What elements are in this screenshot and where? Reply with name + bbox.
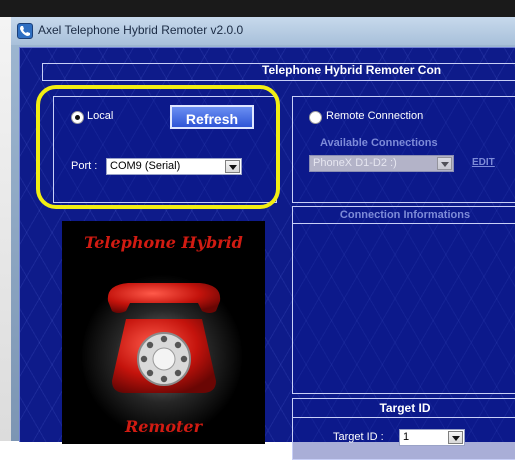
edit-link[interactable]: EDIT [472,157,495,168]
desktop-background [0,0,515,17]
window-title: Axel Telephone Hybrid Remoter v2.0.0 [38,23,244,37]
telephone-hybrid-logo: Telephone Hybrid Remoter [62,221,265,444]
remote-radio-label: Remote Connection [326,110,424,122]
connection-select-value: PhoneX D1-D2 :) [313,157,397,169]
desktop-strip [0,17,11,441]
target-id-select[interactable]: 1 [399,429,465,446]
title-bar[interactable]: Axel Telephone Hybrid Remoter v2.0.0 [11,17,515,45]
connection-info-header: Connection Informations [293,207,515,224]
phone-app-icon [17,23,33,39]
target-id-value: 1 [403,431,410,443]
available-connections-label: Available Connections [320,137,438,149]
logo-bottom-text: Remoter [124,417,203,436]
highlight-annotation [36,85,280,209]
target-id-label: Target ID : [333,431,384,443]
target-id-panel: Target ID Target ID : 1 [292,398,515,460]
chevron-down-icon[interactable] [448,431,463,444]
app-header-title: Telephone Hybrid Remoter Con [262,63,442,77]
chevron-down-icon[interactable] [437,157,452,170]
logo-top-text: Telephone Hybrid [84,233,243,252]
app-window: Axel Telephone Hybrid Remoter v2.0.0 Tel… [11,17,515,460]
connection-select[interactable]: PhoneX D1-D2 :) [309,155,454,172]
red-telephone-icon [107,283,221,393]
remote-radio[interactable] [309,111,322,124]
app-client-area: Telephone Hybrid Remoter Con Local Port … [19,47,515,460]
remote-connection-panel: Remote Connection Available Connections … [292,96,515,203]
connection-info-panel: Connection Informations [292,206,515,394]
target-id-header: Target ID [293,399,515,418]
